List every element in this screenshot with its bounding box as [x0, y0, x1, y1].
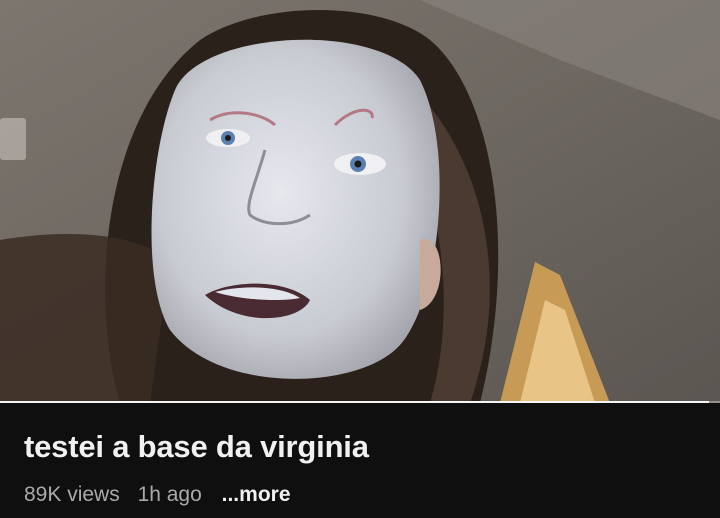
video-player[interactable] — [0, 0, 720, 403]
video-metadata: 89K views 1h ago ...more — [24, 483, 303, 507]
video-title[interactable]: testei a base da virginia — [24, 429, 369, 465]
video-info-panel: testei a base da virginia 89K views 1h a… — [0, 405, 720, 518]
upload-age: 1h ago — [137, 483, 202, 506]
video-frame-image — [0, 0, 720, 403]
view-count: 89K views — [24, 483, 120, 506]
progress-bar-fill — [0, 401, 710, 403]
progress-bar[interactable] — [0, 401, 720, 403]
more-button[interactable]: ...more — [222, 483, 291, 506]
